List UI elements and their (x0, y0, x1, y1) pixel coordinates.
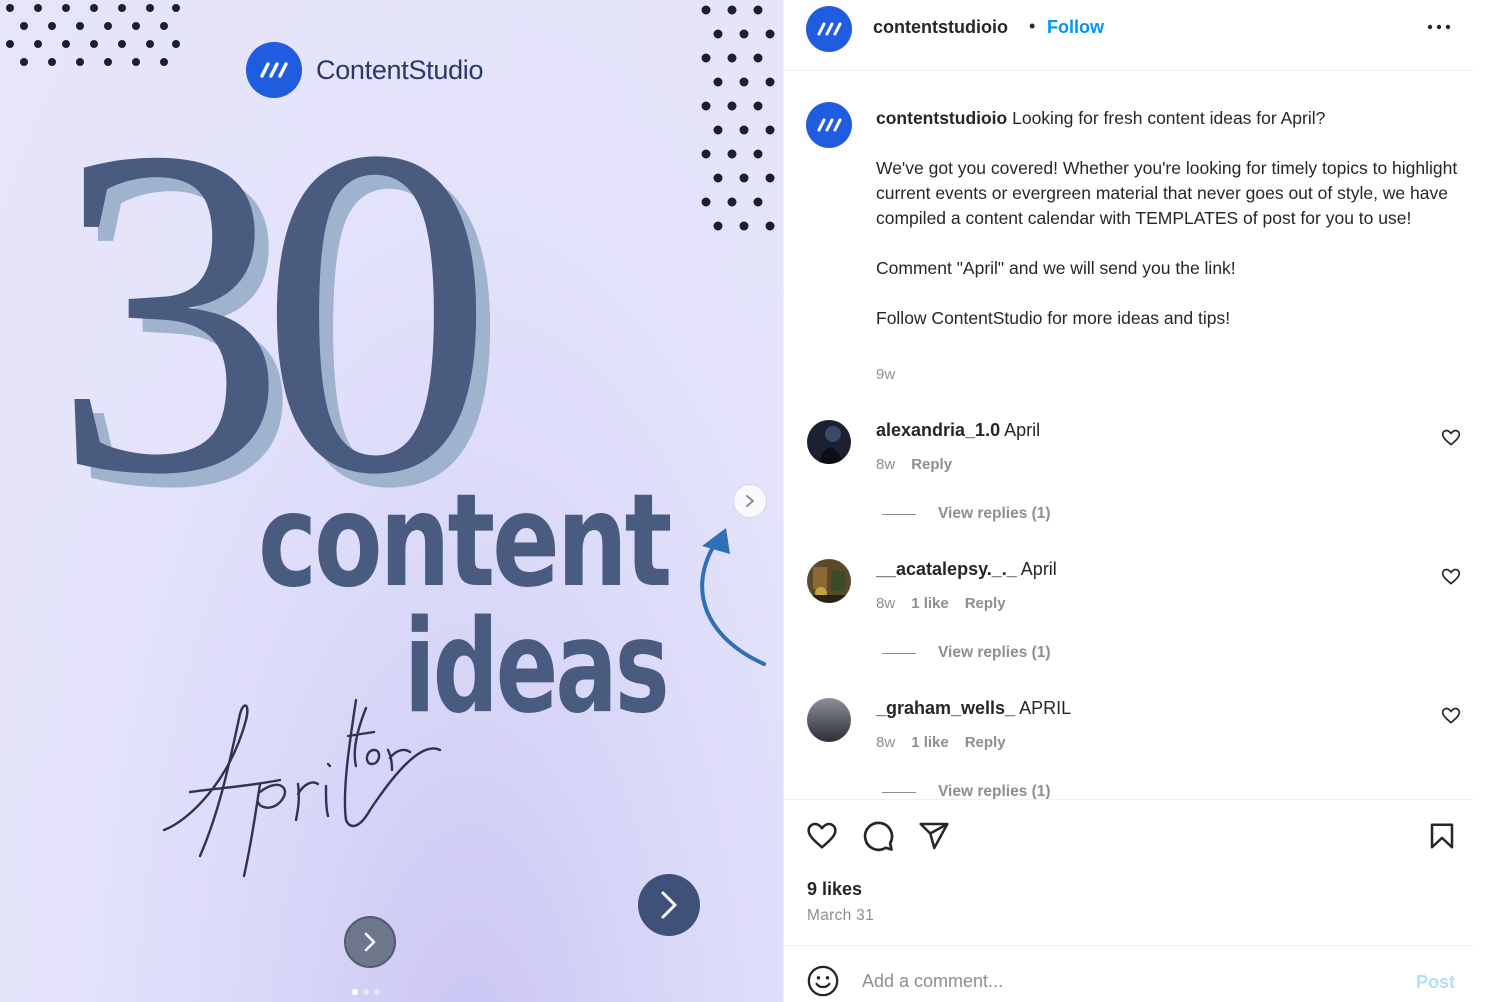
comment-icon (863, 821, 894, 852)
post-actions: 9 likes March 31 (784, 799, 1473, 945)
caption-first-line: Looking for fresh content ideas for Apri… (1012, 108, 1326, 128)
carousel-dot (352, 989, 358, 995)
avatar[interactable] (807, 698, 851, 742)
comment-text: April (1020, 559, 1057, 579)
share-icon (919, 822, 949, 850)
comment-time: 8w (876, 456, 896, 473)
carousel-next-button[interactable] (733, 484, 767, 518)
post-sidebar: contentstudioio • Follow contentstudioio… (783, 0, 1473, 1002)
chevron-right-icon (746, 495, 754, 507)
view-replies-button[interactable]: View replies (1) (882, 783, 1051, 799)
caption-paragraph: Comment "April" and we will send you the… (876, 258, 1236, 278)
image-next-arrow-grey (344, 916, 396, 968)
comment-likes[interactable]: 1 like (911, 595, 949, 612)
post-comment-button[interactable]: Post (1416, 972, 1455, 993)
heart-icon (1441, 707, 1461, 724)
carousel-dot (363, 989, 369, 995)
curved-arrow-icon (700, 528, 766, 666)
heart-icon (1441, 568, 1461, 585)
reply-button[interactable]: Reply (965, 734, 1006, 751)
comment-text: April (1004, 420, 1041, 440)
avatar[interactable] (807, 420, 851, 464)
post-header: contentstudioio • Follow (784, 0, 1473, 71)
bookmark-icon (1430, 823, 1454, 849)
caption-paragraph: We've got you covered! Whether you're lo… (876, 158, 1458, 228)
heart-icon (1441, 429, 1461, 446)
image-next-arrow (638, 874, 700, 936)
comment-time: 8w (876, 595, 896, 612)
comment-username[interactable]: alexandria_1.0 (876, 420, 1000, 440)
post-date: March 31 (807, 907, 875, 924)
like-comment-button[interactable] (1441, 428, 1461, 448)
reply-button[interactable]: Reply (911, 456, 952, 473)
view-replies-label: View replies (1) (938, 644, 1051, 661)
view-replies-label: View replies (1) (938, 783, 1051, 799)
comment-username[interactable]: __acatalepsy._._ (876, 559, 1017, 579)
comments-scroll-area[interactable]: contentstudioio Looking for fresh conten… (784, 72, 1473, 799)
like-button[interactable] (804, 818, 840, 854)
caption-avatar[interactable] (806, 102, 852, 148)
post-caption: contentstudioio Looking for fresh conten… (876, 106, 1466, 331)
post-image: ContentStudio 30 30 content ideas (0, 0, 783, 1002)
chevron-right-icon (661, 891, 677, 919)
comment-time: 8w (876, 734, 896, 751)
view-replies-button[interactable]: View replies (1) (882, 505, 1051, 523)
avatar[interactable] (807, 559, 851, 603)
avatar[interactable] (806, 6, 852, 52)
like-comment-button[interactable] (1441, 706, 1461, 726)
more-options-button[interactable] (1424, 12, 1454, 42)
save-button[interactable] (1424, 818, 1460, 854)
like-comment-button[interactable] (1441, 567, 1461, 587)
header-separator: • (1029, 16, 1036, 36)
view-replies-button[interactable]: View replies (1) (882, 644, 1051, 662)
heart-icon (807, 822, 837, 849)
comment-composer: Post (784, 945, 1473, 1002)
likes-count[interactable]: 9 likes (807, 879, 862, 900)
emoji-button[interactable] (806, 964, 840, 998)
view-replies-label: View replies (1) (938, 505, 1051, 522)
caption-timestamp: 9w (876, 366, 896, 383)
contentstudio-logo-icon (817, 22, 842, 36)
more-horizontal-icon (1427, 24, 1451, 30)
carousel-indicator (352, 989, 380, 995)
chevron-right-icon (364, 932, 376, 952)
follow-button[interactable]: Follow (1047, 17, 1104, 38)
comment-likes[interactable]: 1 like (911, 734, 949, 751)
comment-input[interactable] (862, 966, 1402, 996)
reply-button[interactable]: Reply (965, 595, 1006, 612)
contentstudio-logo-icon (817, 118, 842, 132)
carousel-dot (374, 989, 380, 995)
comment-username[interactable]: _graham_wells_ (876, 698, 1015, 718)
caption-username[interactable]: contentstudioio (876, 108, 1007, 128)
comment-text: APRIL (1019, 698, 1072, 718)
header-username[interactable]: contentstudioio (873, 17, 1008, 38)
comment-button[interactable] (860, 818, 896, 854)
script-for-april (162, 698, 442, 878)
share-button[interactable] (916, 818, 952, 854)
emoji-icon (807, 965, 839, 997)
dot-pattern-top-right (701, 5, 775, 231)
caption-paragraph: Follow ContentStudio for more ideas and … (876, 308, 1231, 328)
headline-word-content: content (258, 467, 672, 616)
